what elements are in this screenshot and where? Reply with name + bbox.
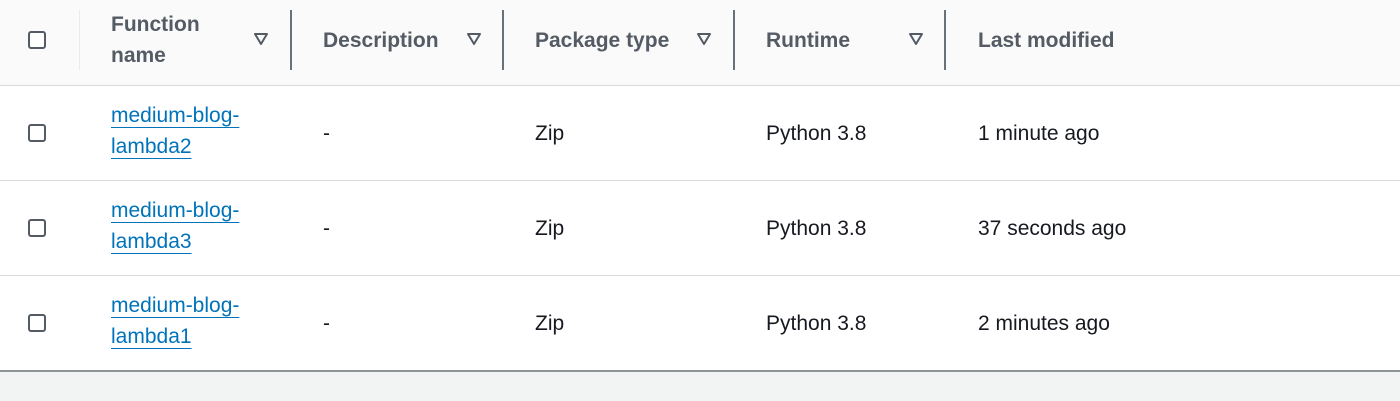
function-name-line: lambda1 bbox=[111, 325, 192, 348]
column-divider bbox=[79, 10, 80, 70]
function-name-link[interactable]: medium-blog- lambda3 bbox=[111, 195, 261, 257]
row-select-checkbox[interactable] bbox=[28, 124, 46, 142]
function-name-line: lambda2 bbox=[111, 135, 192, 158]
function-name-link[interactable]: medium-blog- lambda2 bbox=[111, 100, 261, 162]
sort-caret-down-icon[interactable] bbox=[466, 32, 482, 46]
column-resize-handle[interactable] bbox=[290, 10, 292, 70]
description-cell: - bbox=[323, 312, 330, 335]
row-select-checkbox[interactable] bbox=[28, 219, 46, 237]
table-header: Function name Description Package type R… bbox=[0, 0, 1400, 86]
column-header-runtime[interactable]: Runtime bbox=[766, 25, 850, 56]
package-type-cell: Zip bbox=[535, 122, 565, 145]
column-resize-handle[interactable] bbox=[944, 10, 946, 70]
function-name-line: medium-blog- bbox=[111, 199, 240, 222]
runtime-cell: Python 3.8 bbox=[766, 217, 867, 240]
select-all-checkbox[interactable] bbox=[28, 31, 46, 49]
column-header-description[interactable]: Description bbox=[323, 25, 439, 56]
runtime-cell: Python 3.8 bbox=[766, 122, 867, 145]
table-row[interactable]: medium-blog- lambda3 - Zip Python 3.8 37… bbox=[0, 181, 1400, 276]
description-cell: - bbox=[323, 217, 330, 240]
column-resize-handle[interactable] bbox=[502, 10, 504, 70]
column-header-function-name[interactable]: Function name bbox=[111, 9, 200, 71]
runtime-cell: Python 3.8 bbox=[766, 312, 867, 335]
table-row[interactable]: medium-blog- lambda2 - Zip Python 3.8 1 … bbox=[0, 86, 1400, 181]
sort-caret-down-icon[interactable] bbox=[696, 32, 712, 46]
package-type-cell: Zip bbox=[535, 312, 565, 335]
description-cell: - bbox=[323, 122, 330, 145]
function-name-line: medium-blog- bbox=[111, 294, 240, 317]
function-name-line: medium-blog- bbox=[111, 104, 240, 127]
last-modified-cell: 2 minutes ago bbox=[978, 312, 1110, 335]
column-resize-handle[interactable] bbox=[733, 10, 735, 70]
column-header-label: name bbox=[111, 44, 166, 67]
sort-caret-down-icon[interactable] bbox=[253, 32, 269, 46]
functions-table: Function name Description Package type R… bbox=[0, 0, 1400, 372]
row-select-checkbox[interactable] bbox=[28, 314, 46, 332]
last-modified-cell: 1 minute ago bbox=[978, 122, 1100, 145]
column-header-package-type[interactable]: Package type bbox=[535, 25, 669, 56]
sort-caret-down-icon[interactable] bbox=[908, 32, 924, 46]
column-header-label: Function bbox=[111, 13, 200, 36]
function-name-link[interactable]: medium-blog- lambda1 bbox=[111, 290, 261, 352]
table-row[interactable]: medium-blog- lambda1 - Zip Python 3.8 2 … bbox=[0, 276, 1400, 371]
last-modified-cell: 37 seconds ago bbox=[978, 217, 1127, 240]
package-type-cell: Zip bbox=[535, 217, 565, 240]
column-header-last-modified[interactable]: Last modified bbox=[978, 25, 1115, 56]
function-name-line: lambda3 bbox=[111, 230, 192, 253]
